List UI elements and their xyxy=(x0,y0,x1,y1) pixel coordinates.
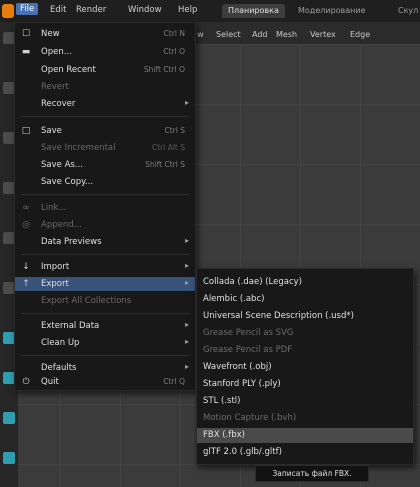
submenu-arrow-icon: ▸ xyxy=(184,362,189,371)
export-stl[interactable]: STL (.stl) xyxy=(197,394,413,409)
new-file-icon: ☐ xyxy=(21,29,31,39)
submenu-arrow-icon: ▸ xyxy=(184,278,189,287)
append-icon: ◎ xyxy=(22,220,30,230)
menu-divider xyxy=(21,355,189,356)
export-collada[interactable]: Collada (.dae) (Legacy) xyxy=(197,275,413,290)
submenu-arrow-icon: ▸ xyxy=(184,98,189,107)
submenu-arrow-icon: ▸ xyxy=(184,236,189,245)
menu-render[interactable]: Render xyxy=(76,5,106,15)
menu-item-new[interactable]: ☐ New Ctrl N xyxy=(15,27,195,41)
menu-item-link: ∞ Link... xyxy=(22,203,67,213)
menu-item-recover[interactable]: Recover ▸ xyxy=(15,97,195,111)
submenu-arrow-icon: ▸ xyxy=(184,320,189,329)
save-icon: □ xyxy=(21,126,31,136)
header-select[interactable]: Select xyxy=(216,30,241,39)
menu-item-export[interactable]: ↑ Export ▸ xyxy=(15,277,195,291)
export-gltf[interactable]: glTF 2.0 (.glb/.gltf) xyxy=(197,445,413,460)
inset-tool-icon[interactable] xyxy=(3,452,15,464)
header-mesh[interactable]: Mesh xyxy=(276,30,297,39)
export-grease-pencil-svg: Grease Pencil as SVG xyxy=(203,328,294,338)
export-wavefront-obj[interactable]: Wavefront (.obj) xyxy=(197,360,413,375)
top-bar: File Edit Render Window Help Планировка … xyxy=(0,0,420,22)
menu-item-open[interactable]: ▬ Open... Ctrl O xyxy=(15,45,195,59)
header-view[interactable]: w xyxy=(197,30,204,39)
menu-edit[interactable]: Edit xyxy=(50,5,66,15)
export-icon: ↑ xyxy=(22,279,30,289)
export-alembic[interactable]: Alembic (.abc) xyxy=(197,292,413,307)
export-submenu: Collada (.dae) (Legacy) Alembic (.abc) U… xyxy=(196,268,414,465)
export-motion-capture: Motion Capture (.bvh) xyxy=(203,413,297,423)
menu-item-quit[interactable]: ⏻ Quit Ctrl Q xyxy=(15,375,195,389)
export-stanford-ply[interactable]: Stanford PLY (.ply) xyxy=(197,377,413,392)
submenu-arrow-icon: ▸ xyxy=(184,261,189,270)
menu-item-save-incremental: Save Incremental Ctrl Alt S xyxy=(41,143,185,153)
menu-item-save-copy[interactable]: Save Copy... xyxy=(15,175,195,189)
power-icon: ⏻ xyxy=(22,377,30,387)
menu-window[interactable]: Window xyxy=(128,5,162,15)
header-add[interactable]: Add xyxy=(252,30,268,39)
file-menu: ☐ New Ctrl N ▬ Open... Ctrl O Open Recen… xyxy=(14,22,196,391)
menu-item-data-previews[interactable]: Data Previews ▸ xyxy=(15,235,195,249)
menu-item-append: ◎ Append... xyxy=(22,220,82,230)
menu-help[interactable]: Help xyxy=(178,5,197,15)
menu-item-clean-up[interactable]: Clean Up ▸ xyxy=(15,336,195,350)
tooltip: Записать файл FBX. xyxy=(255,465,369,482)
menu-item-save-as[interactable]: Save As... Shift Ctrl S xyxy=(15,158,195,172)
menu-item-defaults[interactable]: Defaults ▸ xyxy=(15,361,195,375)
extrude-tool-icon[interactable] xyxy=(3,412,15,424)
menu-divider xyxy=(21,313,189,314)
export-fbx[interactable]: FBX (.fbx) xyxy=(197,428,413,443)
menu-item-external-data[interactable]: External Data ▸ xyxy=(15,319,195,333)
export-usd[interactable]: Universal Scene Description (.usd*) xyxy=(197,309,413,324)
menu-item-open-recent[interactable]: Open Recent Shift Ctrl O xyxy=(15,63,195,77)
link-icon: ∞ xyxy=(22,203,30,213)
tab-sculpt[interactable]: Скул xyxy=(392,4,420,18)
header-vertex[interactable]: Vertex xyxy=(310,30,336,39)
folder-icon: ▬ xyxy=(21,47,31,57)
menu-item-revert: Revert xyxy=(41,82,69,92)
menu-file[interactable]: File xyxy=(16,3,39,15)
menu-item-export-all-collections: Export All Collections xyxy=(41,296,132,306)
blender-logo-icon[interactable] xyxy=(2,4,14,18)
menu-item-import[interactable]: ↓ Import ▸ xyxy=(15,260,195,274)
export-grease-pencil-pdf: Grease Pencil as PDF xyxy=(203,345,293,355)
menu-divider xyxy=(21,116,189,117)
tab-layout[interactable]: Планировка xyxy=(222,4,285,18)
menu-item-save[interactable]: □ Save Ctrl S xyxy=(15,124,195,138)
submenu-arrow-icon: ▸ xyxy=(184,337,189,346)
menu-divider xyxy=(21,254,189,255)
tab-modeling[interactable]: Моделирование xyxy=(292,4,372,18)
import-icon: ↓ xyxy=(22,262,30,272)
header-edge[interactable]: Edge xyxy=(350,30,370,39)
menu-divider xyxy=(21,194,189,195)
